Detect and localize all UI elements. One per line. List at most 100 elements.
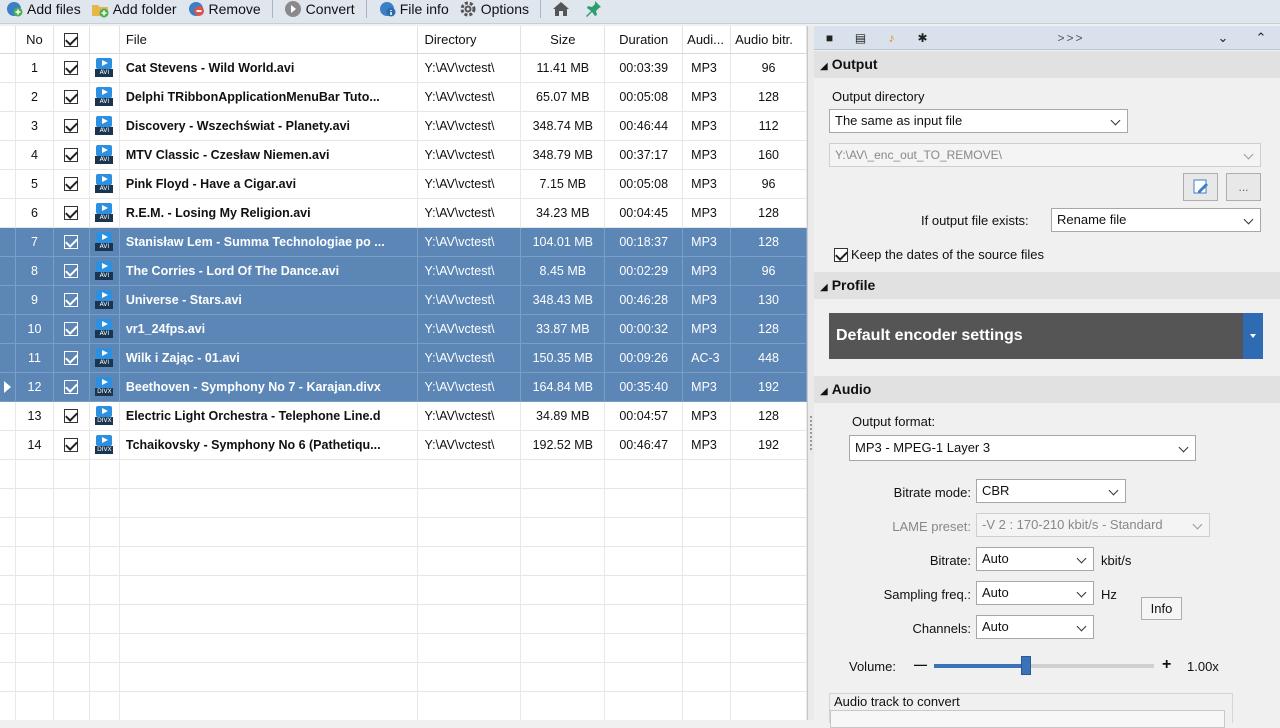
audio-cell: MP3 — [683, 286, 732, 314]
row-checkbox[interactable] — [64, 235, 79, 249]
tab-settings[interactable]: ✱ — [907, 26, 938, 50]
duration-cell: 00:05:08 — [605, 83, 684, 111]
row-checkbox[interactable] — [64, 438, 79, 452]
file-info-icon — [378, 0, 396, 18]
row-checkbox[interactable] — [64, 380, 79, 394]
table-row[interactable]: 8 AVI The Corries - Lord Of The Dance.avi Y… — [0, 257, 807, 286]
if-output-exists-select[interactable]: Rename file — [1051, 208, 1261, 232]
column-header-file[interactable]: File — [120, 26, 419, 53]
row-number: 3 — [16, 112, 54, 140]
row-check-cell[interactable] — [54, 83, 90, 111]
sampling-freq-select[interactable]: Auto — [976, 581, 1094, 605]
profile-dropdown-button[interactable] — [1243, 313, 1263, 359]
volume-slider[interactable] — [934, 656, 1154, 675]
browse-directory-button[interactable]: ... — [1226, 173, 1261, 201]
volume-slider-thumb[interactable] — [1021, 656, 1032, 675]
row-checkbox[interactable] — [64, 61, 79, 75]
table-row[interactable]: 13 DIVX Electric Light Orchestra - Telepho… — [0, 402, 807, 431]
file-info-button[interactable]: File info — [373, 0, 454, 20]
column-header-check[interactable] — [54, 26, 90, 53]
table-row[interactable]: 7 AVI Stanisław Lem - Summa Technologiae p… — [0, 228, 807, 257]
tabs-more-button[interactable]: >>> — [938, 31, 1204, 45]
table-row[interactable]: 11 AVI Wilk i Zając - 01.avi Y:\AV\vctest\ 1… — [0, 344, 807, 373]
row-checkbox[interactable] — [64, 351, 79, 365]
profile-section-header[interactable]: ◢ Profile — [814, 272, 1280, 299]
row-check-cell[interactable] — [54, 170, 90, 198]
lame-preset-select[interactable]: -V 2 : 170-210 kbit/s - Standard — [976, 513, 1210, 537]
volume-minus-button[interactable]: — — [914, 657, 927, 672]
pin-button[interactable] — [579, 0, 611, 20]
row-check-cell[interactable] — [54, 373, 90, 401]
column-header-size[interactable]: Size — [521, 26, 606, 53]
splitter-grip — [810, 416, 812, 450]
output-format-select[interactable]: MP3 - MPEG-1 Layer 3 — [849, 435, 1196, 461]
chevron-down-icon[interactable]: ⌄ — [1204, 30, 1242, 46]
audio-section-header[interactable]: ◢ Audio — [814, 376, 1280, 403]
column-header-directory[interactable]: Directory — [418, 26, 522, 53]
row-checkbox[interactable] — [64, 322, 79, 336]
column-header-no[interactable]: No — [16, 26, 54, 53]
keep-dates-checkbox[interactable] — [834, 247, 848, 262]
volume-plus-button[interactable]: + — [1162, 656, 1171, 674]
row-checkbox[interactable] — [64, 177, 79, 191]
audio-bitrate-cell: 192 — [731, 431, 807, 459]
table-row[interactable]: 9 AVI Universe - Stars.avi Y:\AV\vctest\ 348… — [0, 286, 807, 315]
row-checkbox[interactable] — [64, 206, 79, 220]
edit-directory-button[interactable] — [1183, 173, 1218, 201]
add-folder-label: Add folder — [112, 0, 177, 17]
table-row[interactable]: 12 DIVX Beethoven - Symphony No 7 - Karaja… — [0, 373, 807, 402]
row-check-cell[interactable] — [54, 199, 90, 227]
row-check-cell[interactable] — [54, 228, 90, 256]
table-row[interactable]: 2 AVI Delphi TRibbonApplicationMenuBar Tut… — [0, 83, 807, 112]
row-check-cell[interactable] — [54, 315, 90, 343]
tab-audio[interactable]: ♪ — [876, 26, 907, 50]
add-files-button[interactable]: Add files — [0, 0, 86, 20]
row-checkbox[interactable] — [64, 409, 79, 423]
row-check-cell[interactable] — [54, 286, 90, 314]
video-file-icon: AVI — [95, 203, 114, 223]
column-header-audio-bitrate[interactable]: Audio bitr. — [731, 26, 807, 53]
bitrate-select[interactable]: Auto — [976, 547, 1094, 571]
select-all-checkbox[interactable] — [64, 32, 79, 47]
row-checkbox[interactable] — [64, 264, 79, 278]
chevron-up-icon[interactable]: ⌃ — [1242, 30, 1280, 46]
convert-button[interactable]: Convert — [279, 0, 360, 20]
row-check-cell[interactable] — [54, 257, 90, 285]
bitrate-mode-select[interactable]: CBR — [976, 479, 1126, 503]
table-row[interactable]: 4 AVI MTV Classic - Czesław Niemen.avi Y:\A… — [0, 141, 807, 170]
row-checkbox[interactable] — [64, 293, 79, 307]
audio-track-select[interactable] — [830, 710, 1225, 728]
home-button[interactable] — [547, 0, 579, 20]
tab-folder[interactable]: ■ — [814, 26, 845, 50]
column-header-audio[interactable]: Audi... — [683, 26, 732, 53]
row-check-cell[interactable] — [54, 112, 90, 140]
profile-select[interactable]: Default encoder settings — [829, 313, 1263, 359]
channels-select[interactable]: Auto — [976, 615, 1094, 639]
table-row[interactable]: 5 AVI Pink Floyd - Have a Cigar.avi Y:\AV\v… — [0, 170, 807, 199]
table-row[interactable]: 10 AVI vr1_24fps.avi Y:\AV\vctest\ 33.87 MB 0… — [0, 315, 807, 344]
row-check-cell[interactable] — [54, 141, 90, 169]
output-section-header[interactable]: ◢ Output — [814, 51, 1280, 78]
options-button[interactable]: Options — [454, 0, 534, 20]
remove-button[interactable]: Remove — [182, 0, 266, 20]
video-file-icon: AVI — [95, 116, 114, 136]
row-check-cell[interactable] — [54, 431, 90, 459]
audio-bitrate-cell: 128 — [731, 199, 807, 227]
keep-dates-option[interactable]: Keep the dates of the source files — [834, 247, 1044, 262]
table-row[interactable]: 3 AVI Discovery - Wszechświat - Planety.av… — [0, 112, 807, 141]
tab-document[interactable]: ▤ — [845, 26, 876, 50]
row-checkbox[interactable] — [64, 119, 79, 133]
row-checkbox[interactable] — [64, 90, 79, 104]
table-row[interactable]: 14 DIVX Tchaikovsky - Symphony No 6 (Pathe… — [0, 431, 807, 460]
row-check-cell[interactable] — [54, 344, 90, 372]
info-button[interactable]: Info — [1141, 597, 1182, 620]
row-check-cell[interactable] — [54, 402, 90, 430]
row-check-cell[interactable] — [54, 54, 90, 82]
add-folder-button[interactable]: Add folder — [86, 0, 182, 20]
table-row[interactable]: 1 AVI Cat Stevens - Wild World.avi Y:\AV\vc… — [0, 54, 807, 83]
row-checkbox[interactable] — [64, 148, 79, 162]
output-directory-path-input[interactable]: Y:\AV\_enc_out_TO_REMOVE\ — [829, 143, 1261, 167]
output-directory-mode-select[interactable]: The same as input file — [829, 109, 1128, 133]
column-header-duration[interactable]: Duration — [605, 26, 684, 53]
table-row[interactable]: 6 AVI R.E.M. - Losing My Religion.avi Y:\AV… — [0, 199, 807, 228]
